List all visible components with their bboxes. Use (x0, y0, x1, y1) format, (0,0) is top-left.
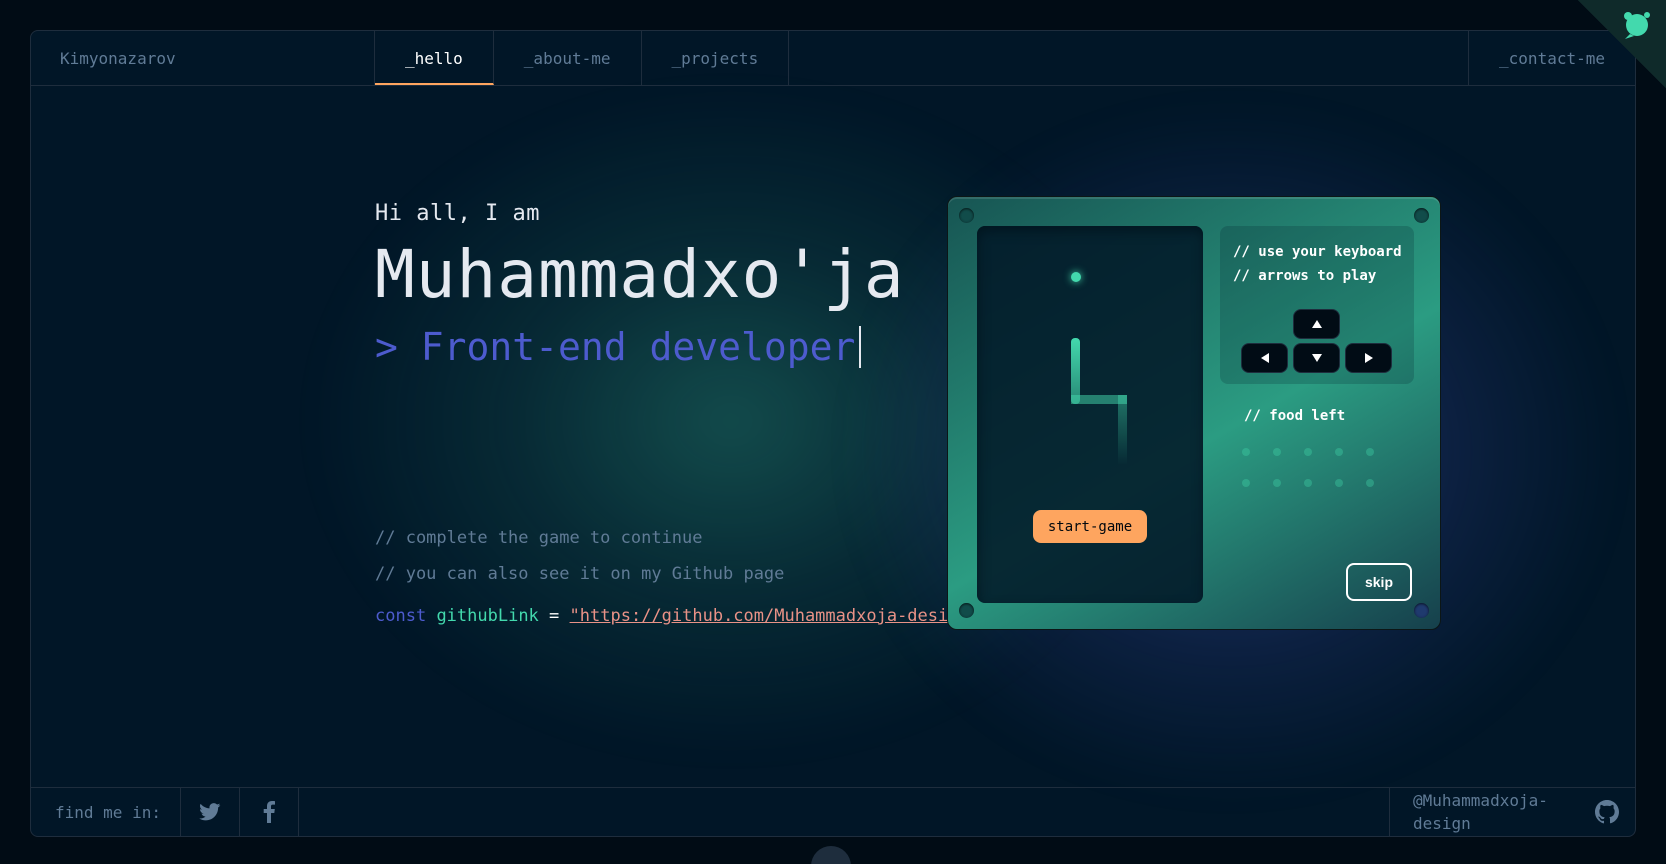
food-left-dot (1242, 479, 1250, 487)
facebook-link[interactable] (240, 788, 299, 836)
snake-icon (1071, 338, 1127, 465)
food-left-dots (1242, 448, 1382, 487)
brand-name[interactable]: Kimyonazarov (31, 31, 375, 85)
start-game-button[interactable]: start-game (1033, 510, 1147, 543)
controls-panel: // use your keyboard // arrows to play (1220, 226, 1414, 384)
food-left-dot (1273, 448, 1281, 456)
food-left-dot (1366, 479, 1374, 487)
arrow-up-icon (1311, 320, 1322, 328)
food-left-dot (1273, 479, 1281, 487)
hint-line-2: // arrows to play (1233, 268, 1377, 284)
name-heading: Muhammadxo'ja (375, 236, 905, 313)
food-left-dot (1304, 448, 1312, 456)
tab-about-me[interactable]: _about-me (494, 31, 642, 85)
hint-line-1: // use your keyboard (1233, 244, 1402, 260)
arrow-left-button[interactable] (1241, 343, 1288, 373)
top-nav: Kimyonazarov _hello _about-me _projects … (31, 31, 1635, 86)
text-caret (859, 326, 862, 369)
bolt-icon (1414, 603, 1429, 618)
find-me-label: find me in: (31, 788, 181, 836)
controls-hint: // use your keyboard // arrows to play (1233, 240, 1402, 288)
greeting-text: Hi all, I am (375, 201, 540, 226)
food-left-dot (1366, 448, 1374, 456)
arrow-up-button[interactable] (1293, 309, 1340, 339)
github-profile-link[interactable]: @Muhammadxoja-design (1389, 788, 1635, 836)
bolt-icon (959, 603, 974, 618)
footer-spacer (299, 788, 1389, 836)
arrow-right-button[interactable] (1345, 343, 1392, 373)
arrow-down-button[interactable] (1293, 343, 1340, 373)
floating-logo-icon[interactable] (811, 846, 851, 864)
arrow-left-icon (1260, 353, 1269, 363)
facebook-icon (263, 801, 275, 823)
tab-projects[interactable]: _projects (642, 31, 790, 85)
bolt-icon (1414, 208, 1429, 223)
food-left-dot (1335, 448, 1343, 456)
bolt-icon (959, 208, 974, 223)
game-screen[interactable]: start-game (977, 226, 1203, 603)
github-icon (1595, 800, 1619, 824)
code-variable: githubLink (436, 606, 539, 626)
footer-bar: find me in: @Muhammadxoja-design (31, 787, 1635, 836)
comment-line-2: // you can also see it on my Github page (375, 564, 785, 584)
snake-game-console: start-game // use your keyboard // arrow… (947, 196, 1441, 630)
code-keyword: const (375, 606, 427, 626)
tab-contact-me[interactable]: _contact-me (1468, 31, 1635, 85)
arrow-down-icon (1311, 354, 1322, 362)
github-code-line: const githubLink = "https://github.com/M… (375, 606, 979, 626)
food-left-dot (1335, 479, 1343, 487)
role-text: > Front-end developer (375, 325, 856, 370)
tab-hello[interactable]: _hello (375, 31, 494, 85)
github-handle: @Muhammadxoja-design (1413, 791, 1548, 833)
food-left-dot (1304, 479, 1312, 487)
hero-section: Hi all, I am Muhammadxo'ja > Front-end d… (375, 201, 905, 369)
app-frame: Kimyonazarov _hello _about-me _projects … (30, 30, 1636, 837)
food-left-dot (1242, 448, 1250, 456)
arrow-right-icon (1364, 353, 1373, 363)
code-comments: // complete the game to continue // you … (375, 528, 979, 626)
comment-line-1: // complete the game to continue (375, 528, 703, 548)
twitter-link[interactable] (181, 788, 240, 836)
code-equals: = (549, 606, 560, 626)
twitter-icon (199, 803, 221, 821)
role-line: > Front-end developer (375, 325, 905, 369)
skip-button[interactable]: skip (1346, 563, 1412, 601)
github-link[interactable]: "https://github.com/Muhammadxoja-design" (570, 606, 979, 626)
food-left-label: // food left (1244, 408, 1346, 424)
